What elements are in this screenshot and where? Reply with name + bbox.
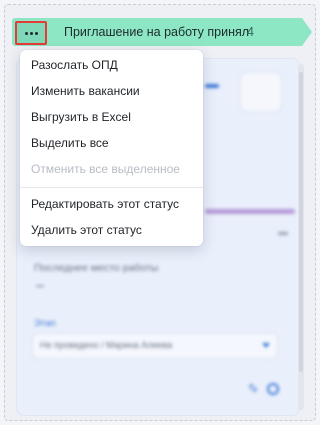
scrollbar-thumb[interactable] bbox=[299, 72, 303, 372]
menu-item-delete-status[interactable]: Удалить этот статус bbox=[31, 223, 142, 237]
menu-divider bbox=[20, 187, 203, 188]
stage-value: Не проведено / Марина Алиева bbox=[40, 340, 173, 350]
status-title: Приглашение на работу принял bbox=[64, 25, 250, 39]
menu-item-deselect-all: Отменить все выделенное bbox=[31, 162, 180, 176]
chat-icon[interactable] bbox=[267, 383, 279, 395]
menu-item-change-vacancies[interactable]: Изменить вакансии bbox=[31, 84, 140, 98]
ellipsis-icon bbox=[24, 31, 28, 35]
chevron-down-icon bbox=[262, 343, 270, 348]
menu-item-export-excel[interactable]: Выгрузить в Excel bbox=[31, 110, 131, 124]
status-more-button[interactable] bbox=[15, 21, 47, 45]
status-count: 4 bbox=[247, 25, 254, 39]
avatar bbox=[240, 72, 282, 112]
stage-label: Этап bbox=[34, 318, 56, 329]
menu-item-send-opd[interactable]: Разослать ОПД bbox=[31, 58, 118, 72]
menu-item-edit-status[interactable]: Редактировать этот статус bbox=[31, 197, 179, 211]
menu-item-select-all[interactable]: Выделить все bbox=[31, 136, 109, 150]
last-job-label: Последнее место работы bbox=[34, 262, 159, 274]
status-actions-menu: Разослать ОПД Изменить вакансии Выгрузит… bbox=[20, 50, 203, 246]
